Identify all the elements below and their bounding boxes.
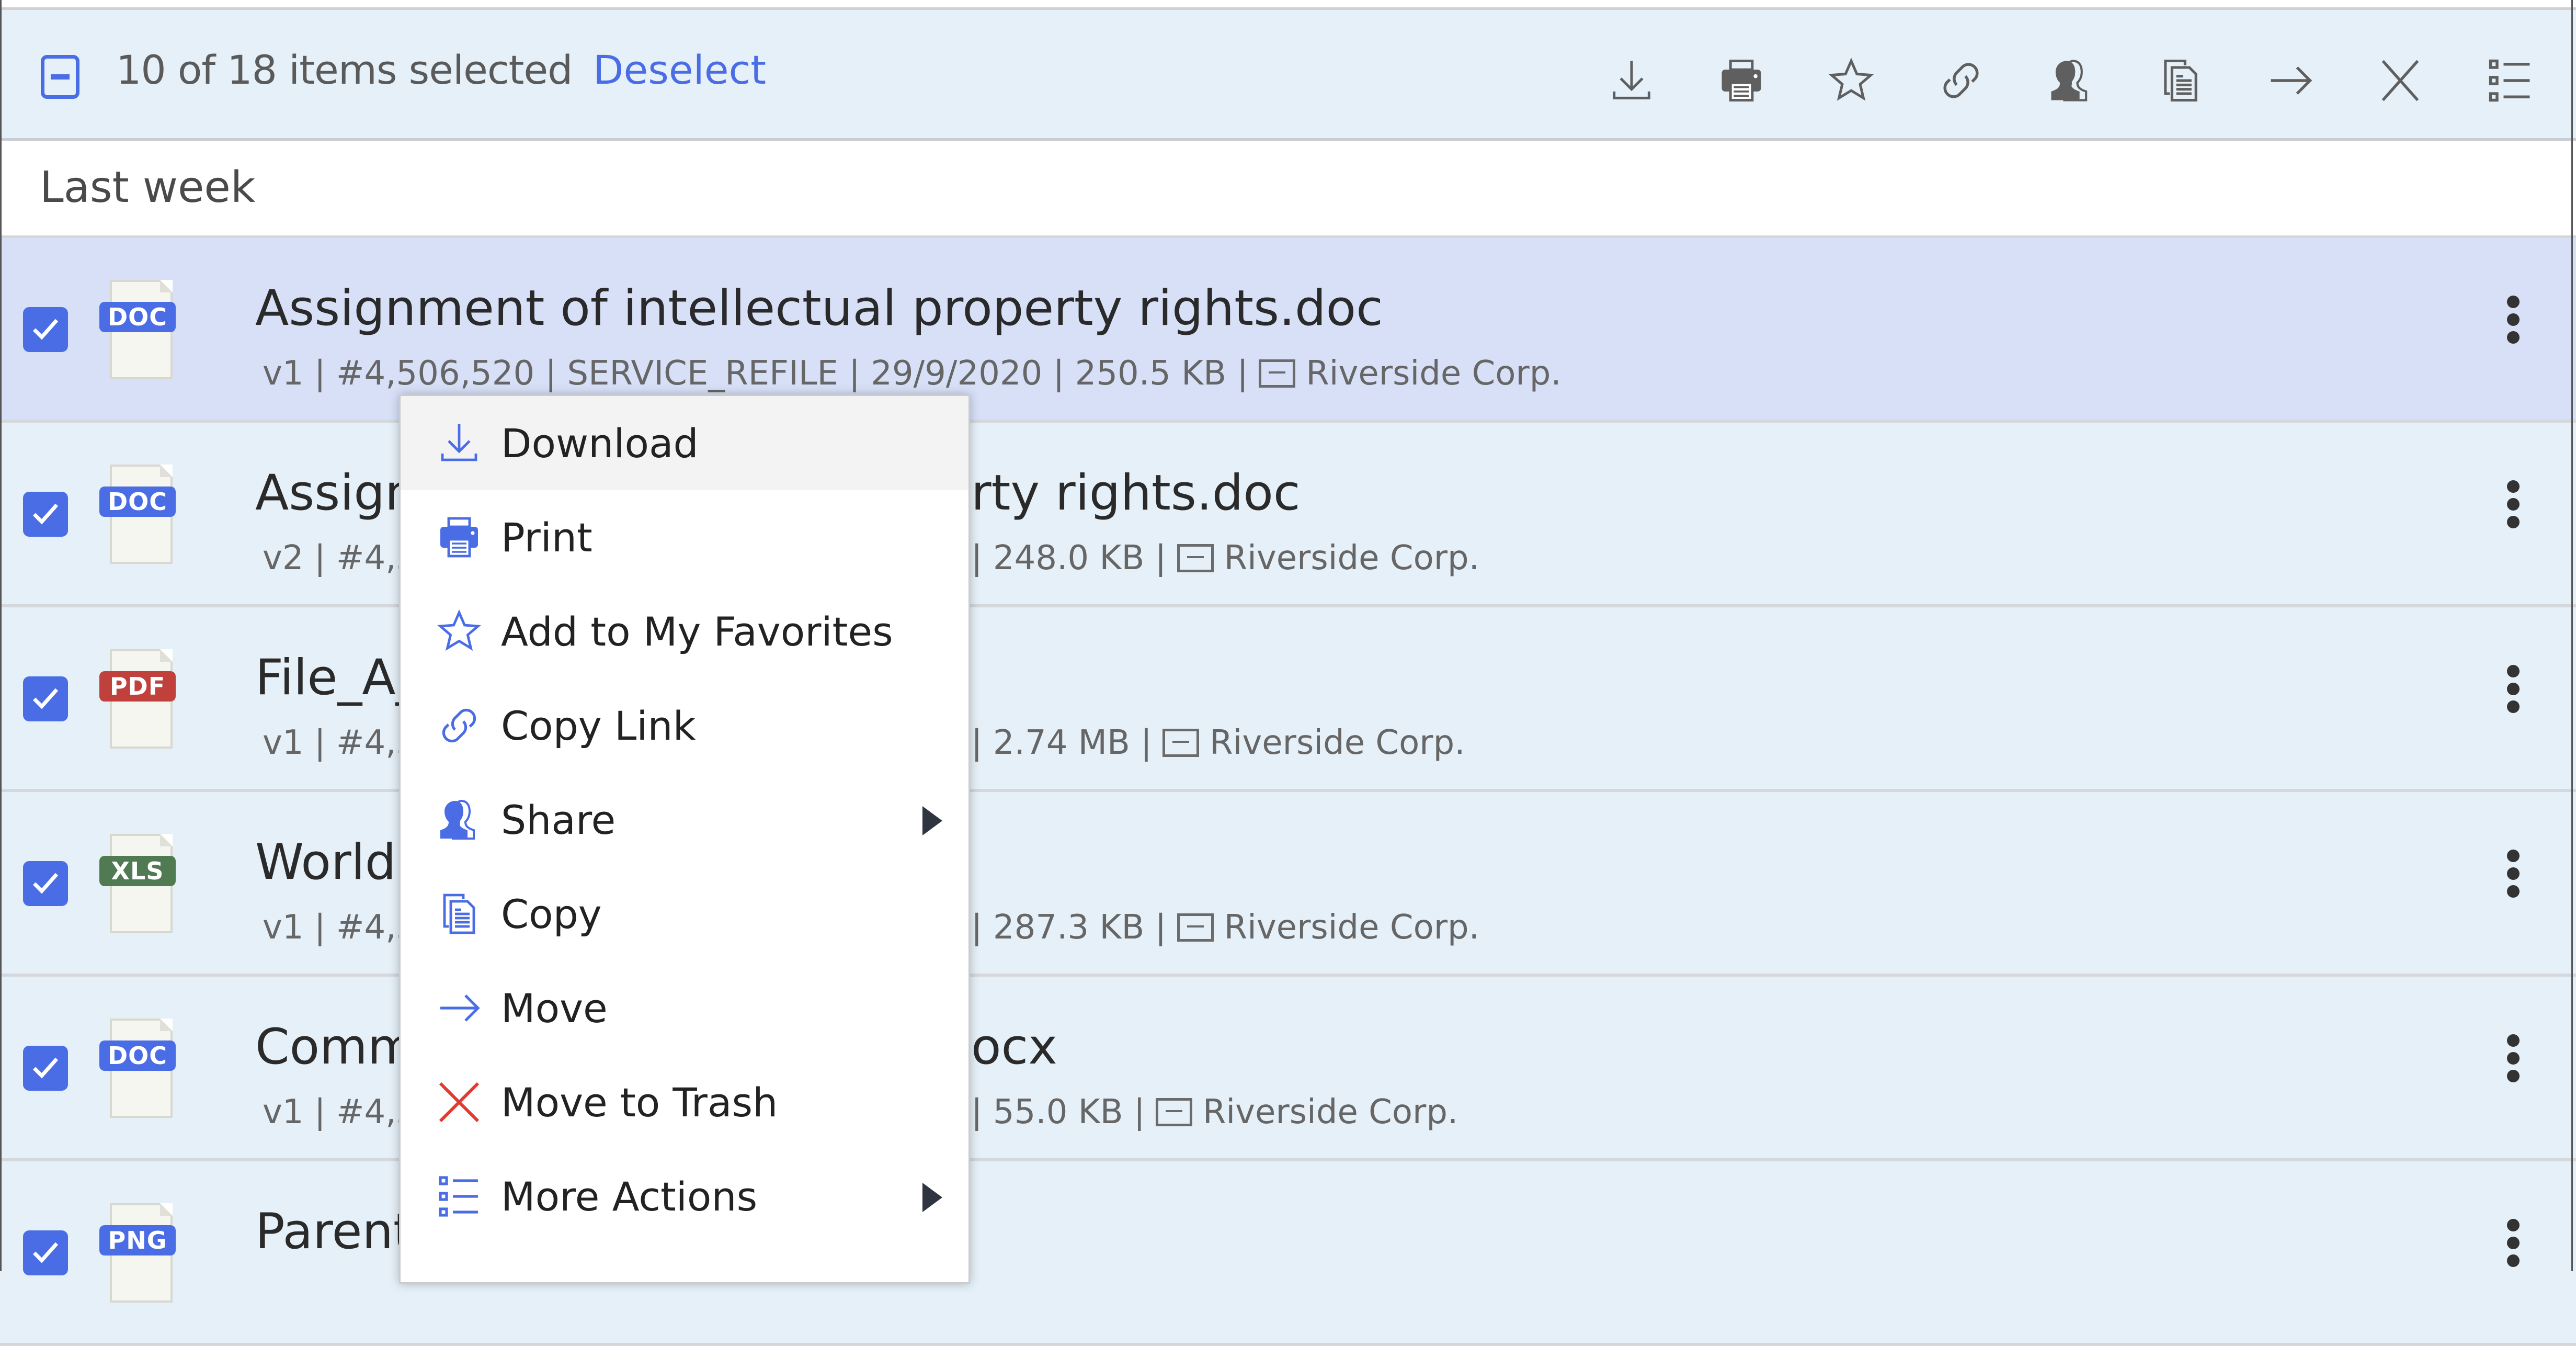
window-frame — [0, 0, 2573, 1271]
